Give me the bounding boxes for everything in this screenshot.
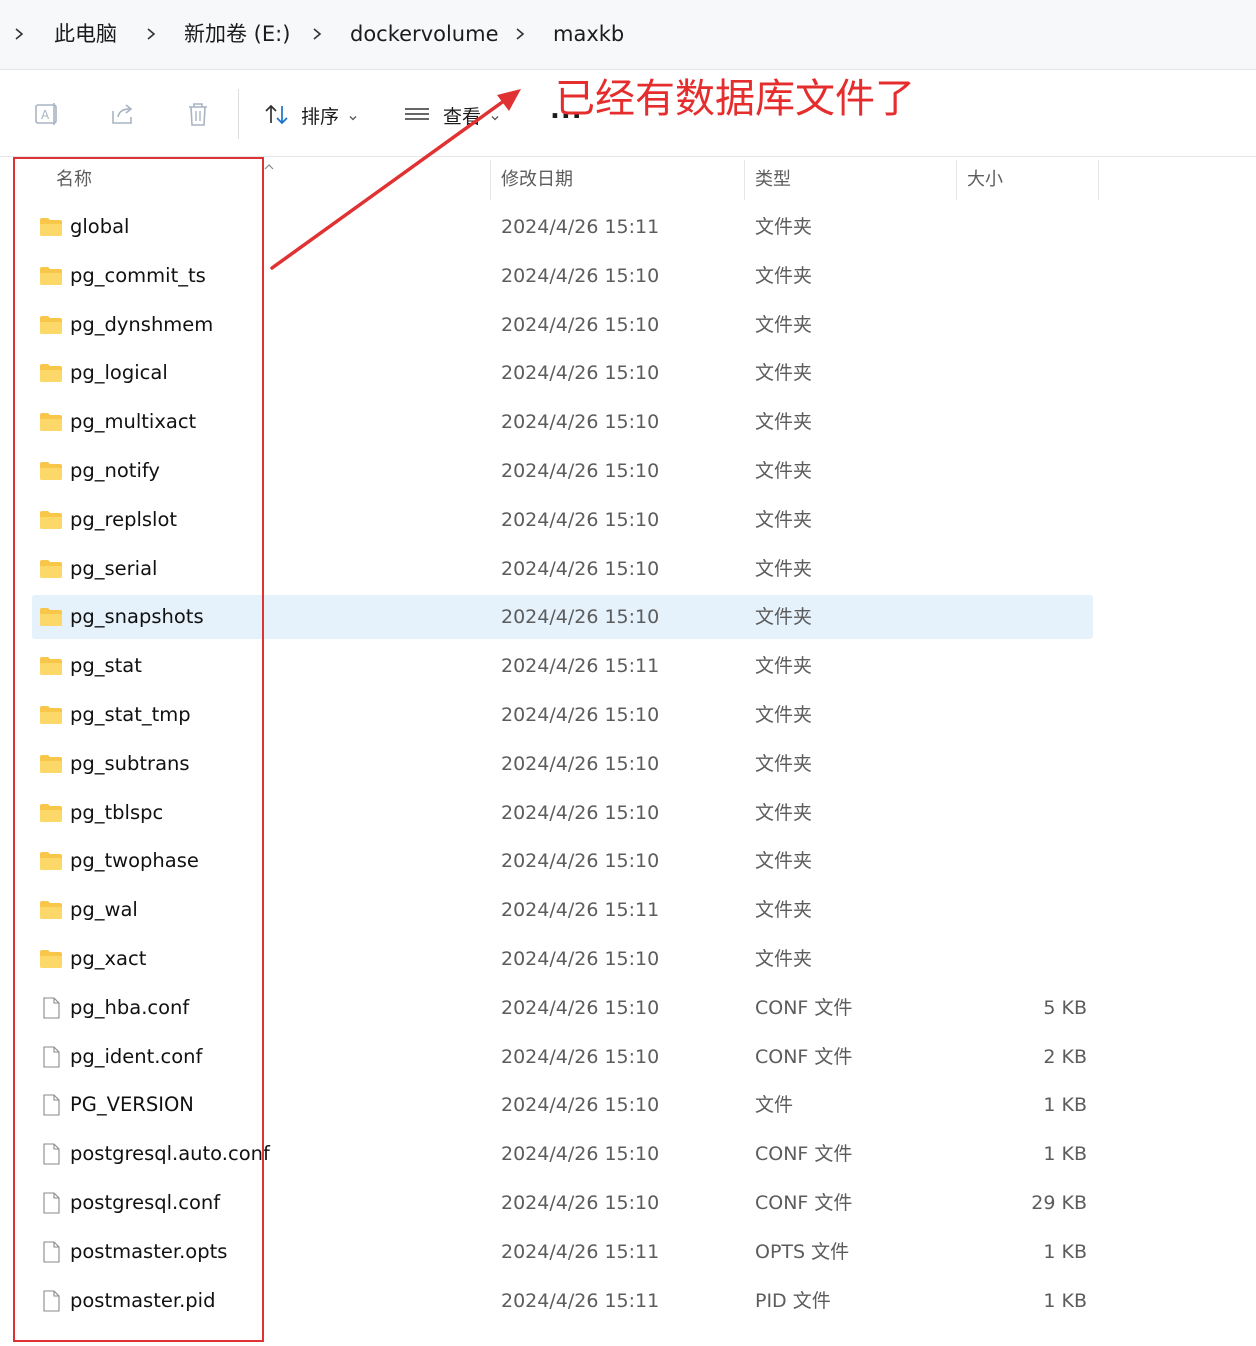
chevron-right-icon[interactable] (144, 18, 158, 50)
file-size: 1 KB (1043, 1289, 1087, 1312)
file-modified-date: 2024/4/26 15:10 (501, 1192, 660, 1214)
file-modified-date: 2024/4/26 15:10 (501, 996, 660, 1019)
annotation-highlight-box (13, 157, 264, 1342)
column-divider[interactable] (1098, 160, 1099, 200)
sort-icon (263, 101, 291, 129)
toolbar-divider (238, 89, 239, 139)
file-type: 文件夹 (755, 606, 813, 629)
svg-text:A: A (41, 108, 50, 122)
file-modified-date: 2024/4/26 15:11 (501, 1289, 660, 1312)
file-modified-date: 2024/4/26 15:10 (501, 704, 660, 726)
column-divider[interactable] (490, 160, 491, 200)
file-type: 文件夹 (755, 655, 813, 678)
chevron-right-icon[interactable] (513, 18, 527, 50)
file-type: 文件夹 (755, 850, 813, 873)
sort-caret-up-icon (263, 156, 275, 170)
file-size: 5 KB (1043, 996, 1087, 1019)
chevron-down-icon (489, 109, 501, 121)
file-type: 文件夹 (755, 752, 813, 775)
file-type: 文件夹 (755, 801, 813, 824)
file-size: 1 KB (1043, 1143, 1087, 1166)
column-header-size[interactable]: 大小 (967, 160, 1003, 200)
view-label: 查看 (443, 105, 482, 128)
breadcrumb-dockervolume[interactable]: dockervolume (350, 18, 499, 50)
file-modified-date: 2024/4/26 15:11 (501, 1240, 660, 1263)
file-type: 文件夹 (755, 264, 813, 287)
file-type: PID 文件 (755, 1289, 831, 1312)
share-icon[interactable] (108, 99, 138, 129)
file-type: 文件夹 (755, 460, 813, 482)
file-modified-date: 2024/4/26 15:10 (501, 508, 660, 531)
file-modified-date: 2024/4/26 15:11 (501, 899, 660, 922)
file-size: 1 KB (1043, 1240, 1087, 1263)
file-modified-date: 2024/4/26 15:11 (501, 655, 660, 678)
file-modified-date: 2024/4/26 15:10 (501, 1045, 660, 1068)
file-type: 文件夹 (755, 216, 813, 238)
file-modified-date: 2024/4/26 15:10 (501, 411, 660, 434)
file-modified-date: 2024/4/26 15:11 (501, 216, 660, 238)
file-modified-date: 2024/4/26 15:10 (501, 1094, 660, 1117)
file-type: CONF 文件 (755, 1143, 853, 1166)
file-type: 文件夹 (755, 313, 813, 336)
file-type: CONF 文件 (755, 1045, 853, 1068)
breadcrumb-maxkb[interactable]: maxkb (553, 18, 624, 50)
delete-icon[interactable] (183, 99, 213, 129)
file-size: 2 KB (1043, 1045, 1087, 1068)
file-type: 文件 (755, 1094, 794, 1117)
file-type: OPTS 文件 (755, 1240, 850, 1263)
breadcrumb-this-pc[interactable]: 此电脑 (54, 18, 117, 50)
file-modified-date: 2024/4/26 15:10 (501, 801, 660, 824)
file-modified-date: 2024/4/26 15:10 (501, 606, 660, 629)
chevron-right-icon[interactable] (310, 18, 324, 50)
view-list-icon (403, 101, 431, 129)
file-modified-date: 2024/4/26 15:10 (501, 850, 660, 873)
view-button[interactable]: 查看 (403, 99, 501, 131)
file-type: 文件夹 (755, 411, 813, 434)
column-divider[interactable] (956, 160, 957, 200)
file-modified-date: 2024/4/26 15:10 (501, 313, 660, 336)
file-type: 文件夹 (755, 948, 813, 970)
file-type: 文件夹 (755, 899, 813, 922)
column-header-date[interactable]: 修改日期 (501, 160, 573, 200)
sort-label: 排序 (301, 105, 340, 128)
file-modified-date: 2024/4/26 15:10 (501, 1143, 660, 1166)
file-type: 文件夹 (755, 557, 813, 580)
file-modified-date: 2024/4/26 15:10 (501, 264, 660, 287)
file-size: 1 KB (1043, 1094, 1087, 1117)
address-breadcrumb-bar: 此电脑 新加卷 (E:) dockervolume maxkb (0, 0, 1256, 70)
file-modified-date: 2024/4/26 15:10 (501, 752, 660, 775)
file-type: 文件夹 (755, 704, 813, 726)
breadcrumb-volume-e[interactable]: 新加卷 (E:) (184, 18, 290, 50)
file-type: 文件夹 (755, 508, 813, 531)
file-size: 29 KB (1031, 1192, 1087, 1214)
chevron-right-icon[interactable] (12, 18, 26, 50)
file-modified-date: 2024/4/26 15:10 (501, 460, 660, 482)
file-modified-date: 2024/4/26 15:10 (501, 362, 660, 385)
file-type: 文件夹 (755, 362, 813, 385)
file-type: CONF 文件 (755, 1192, 853, 1214)
annotation-text: 已经有数据库文件了 (555, 76, 915, 122)
column-divider[interactable] (744, 160, 745, 200)
file-type: CONF 文件 (755, 996, 853, 1019)
sort-button[interactable]: 排序 (263, 99, 359, 131)
file-modified-date: 2024/4/26 15:10 (501, 557, 660, 580)
file-modified-date: 2024/4/26 15:10 (501, 948, 660, 970)
rename-icon[interactable]: A (32, 99, 62, 129)
column-header-type[interactable]: 类型 (755, 160, 791, 200)
chevron-down-icon (347, 109, 359, 121)
